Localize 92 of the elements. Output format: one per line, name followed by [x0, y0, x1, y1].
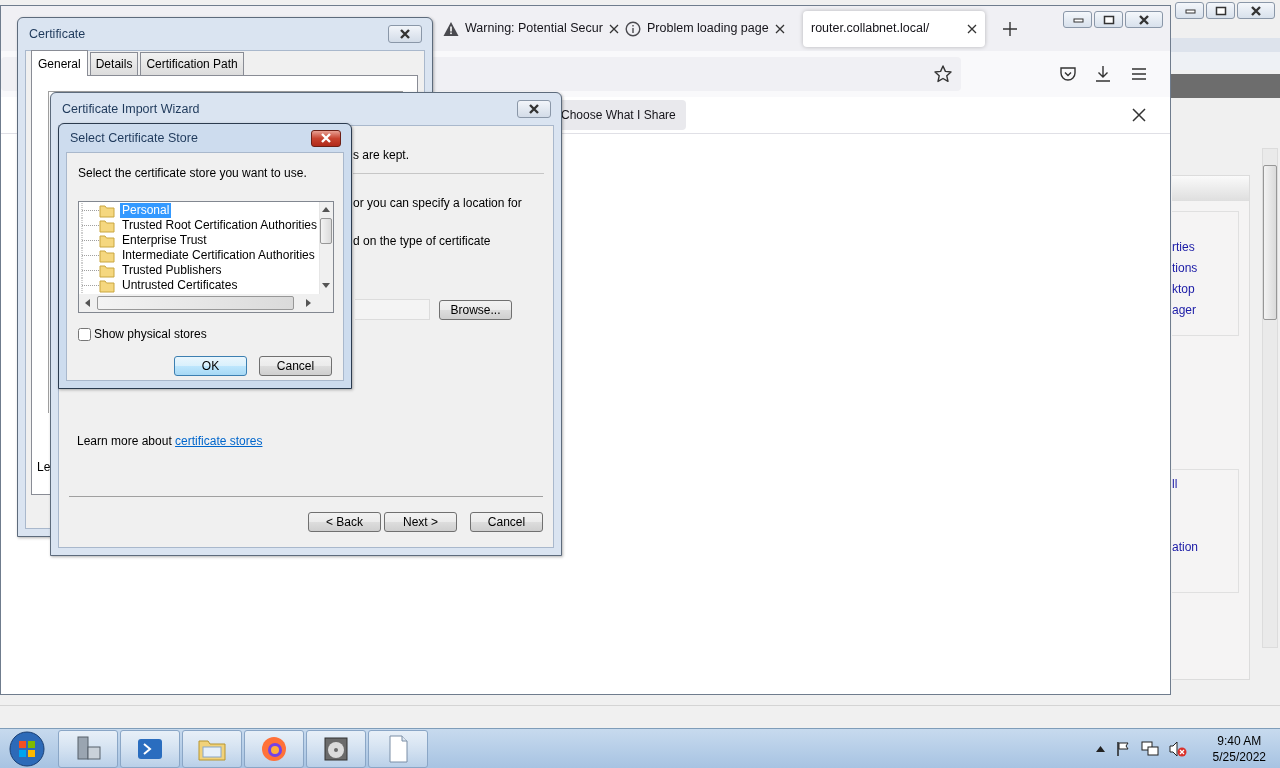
plus-icon[interactable]	[1003, 21, 1017, 36]
dialog-tab[interactable]: Certification Path	[140, 52, 244, 75]
scrollbar[interactable]	[79, 294, 333, 312]
flag-icon[interactable]	[1114, 740, 1131, 757]
clock-date: 5/25/2022	[1212, 748, 1266, 765]
instruction-text: or you can specify a location for	[353, 196, 523, 211]
folder-icon	[99, 203, 115, 218]
close-button[interactable]	[517, 100, 551, 118]
certificate-stores-link[interactable]: certificate stores	[175, 434, 263, 448]
taskbar-button[interactable]	[58, 729, 118, 768]
close-icon[interactable]	[967, 23, 977, 34]
star-icon[interactable]	[933, 64, 953, 84]
clock-time: 9:40 AM	[1216, 732, 1263, 749]
window-title: Certificate Import Wizard	[62, 100, 200, 118]
window-title: Select Certificate Store	[70, 129, 198, 147]
close-icon[interactable]	[775, 23, 785, 34]
taskbar-button[interactable]	[306, 729, 366, 768]
scrollbar[interactable]	[1262, 148, 1278, 648]
folder-icon	[99, 218, 115, 233]
close-button[interactable]	[311, 129, 341, 147]
close-icon[interactable]	[1132, 108, 1146, 122]
task-link[interactable]: ktop	[1172, 279, 1238, 300]
close-icon[interactable]	[608, 23, 619, 34]
close-icon	[528, 104, 540, 114]
store-item[interactable]: Intermediate Certification Authorities	[120, 248, 317, 263]
tree-line	[79, 203, 99, 218]
down-arrow-icon[interactable]	[322, 283, 331, 288]
scrollbar[interactable]	[319, 202, 333, 294]
up-arrow-icon[interactable]	[1095, 745, 1105, 752]
ok-button[interactable]: OK	[174, 356, 247, 376]
task-link[interactable]: ll	[1172, 474, 1238, 495]
close-icon	[399, 29, 411, 39]
restore-button[interactable]	[1206, 2, 1235, 19]
cancel-button[interactable]: Cancel	[470, 512, 543, 532]
task-link[interactable]: tions	[1172, 258, 1238, 279]
close-button[interactable]	[1237, 2, 1275, 19]
learn-more-text: Learn more about certificate stores	[77, 433, 264, 450]
prompt-text: Select the certificate store you want to use.	[78, 165, 308, 182]
taskbar-button[interactable]	[120, 729, 180, 768]
dialog-tab[interactable]: Details	[89, 52, 139, 75]
dialog-tab[interactable]: General	[31, 50, 88, 76]
left-arrow-icon[interactable]	[85, 299, 90, 307]
close-button[interactable]	[1125, 11, 1163, 28]
folder-icon	[99, 263, 115, 278]
close-icon	[1138, 14, 1150, 25]
browser-tab[interactable]: Warning: Potential Secur	[435, 10, 607, 47]
browse-button[interactable]: Browse...	[439, 299, 512, 320]
clock[interactable]: 9:40 AM 5/25/2022	[1212, 732, 1266, 765]
browser-tab[interactable]: Problem loading page	[617, 10, 793, 47]
store-item[interactable]: Enterprise Trust	[120, 233, 209, 248]
download-icon[interactable]	[1094, 65, 1112, 83]
store-item[interactable]: Trusted Publishers	[120, 263, 224, 278]
next-button[interactable]: Next >	[384, 512, 457, 532]
task-link[interactable]: ager	[1172, 300, 1238, 321]
network-icon[interactable]	[1140, 740, 1159, 757]
warning-icon	[443, 20, 459, 37]
info-icon	[625, 20, 641, 37]
taskbar-button[interactable]	[244, 729, 304, 768]
tree-line	[79, 278, 99, 293]
close-icon	[320, 133, 332, 143]
restore-icon	[1214, 5, 1227, 16]
tree-line	[79, 263, 99, 278]
store-list[interactable]: Personal Trusted Root Certification Authorities Enterprise Trust Intermediate Certification Authorities Trusted Publishers Untrusted Certificates	[78, 201, 334, 313]
checkbox-label[interactable]: Show physical stores	[94, 325, 207, 343]
folder-icon	[99, 248, 115, 263]
right-arrow-icon[interactable]	[306, 299, 311, 307]
pocket-icon[interactable]	[1059, 65, 1077, 83]
tree-line	[79, 233, 99, 248]
close-icon	[1250, 5, 1262, 16]
speaker-muted-icon[interactable]	[1168, 740, 1187, 757]
file-field[interactable]	[355, 299, 430, 320]
back-button[interactable]: < Back	[308, 512, 381, 532]
instruction-text: d on the type of certificate	[353, 234, 492, 249]
close-button[interactable]	[388, 25, 422, 43]
restore-icon	[1102, 14, 1115, 25]
tree-line	[79, 218, 99, 233]
start-button[interactable]	[7, 728, 47, 768]
store-item[interactable]: Untrusted Certificates	[120, 278, 240, 293]
maximize-button[interactable]	[1094, 11, 1123, 28]
task-link[interactable]: ation	[1172, 537, 1238, 558]
checkbox[interactable]	[78, 327, 91, 341]
instruction-text: s are kept.	[353, 148, 411, 163]
browser-tab[interactable]: router.collabnet.local/	[803, 10, 985, 47]
folder-icon	[99, 233, 115, 248]
menu-icon[interactable]	[1131, 67, 1147, 81]
window-title: Certificate	[29, 25, 86, 43]
up-arrow-icon[interactable]	[322, 207, 331, 212]
task-link[interactable]: rties	[1172, 237, 1238, 258]
tree-line	[79, 248, 99, 263]
cancel-button[interactable]: Cancel	[259, 356, 332, 376]
body-text: Le	[37, 459, 52, 476]
store-item[interactable]: Trusted Root Certification Authorities	[120, 218, 319, 233]
